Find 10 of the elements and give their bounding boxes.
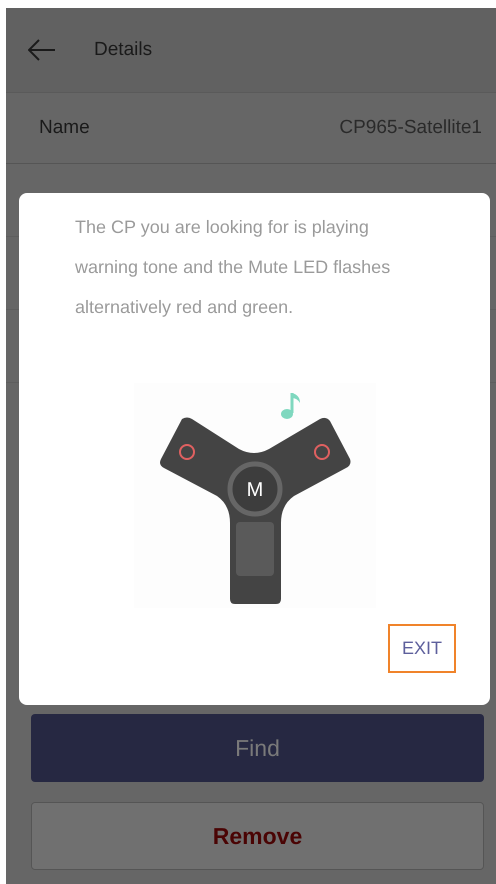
find-button[interactable]: Find [31,714,484,782]
row-value: CP965-Satellite1 [339,117,482,139]
mute-key-label: M [246,479,263,501]
page-title: Details [94,39,152,61]
row-label: Name [39,117,90,139]
music-note-icon [280,393,300,419]
exit-button[interactable]: EXIT [388,624,456,673]
back-arrow-icon[interactable] [28,39,56,61]
remove-button[interactable]: Remove [31,802,484,870]
dialog-message: The CP you are looking for is playing warning tone and the Mute LED flashes alternatively red and green. [75,216,392,319]
